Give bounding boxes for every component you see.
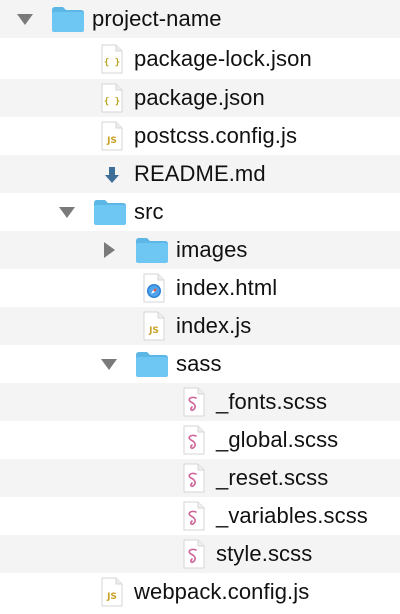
tree-row-file[interactable]: JS index.js: [0, 307, 400, 345]
file-label: style.scss: [216, 541, 313, 566]
file-label: index.js: [176, 313, 252, 338]
tree-row-sass[interactable]: sass: [0, 345, 400, 383]
chevron-down-icon[interactable]: [13, 0, 37, 38]
html-file-icon: [136, 269, 172, 307]
svg-text:JS: JS: [106, 136, 117, 146]
folder-icon: [92, 193, 128, 231]
tree-row-file[interactable]: _fonts.scss: [0, 383, 400, 421]
json-file-icon: { }: [94, 40, 130, 78]
svg-text:{ }: { }: [104, 97, 120, 107]
tree-row-file[interactable]: JS webpack.config.js: [0, 573, 400, 611]
tree-row-images[interactable]: images: [0, 231, 400, 269]
file-label: _global.scss: [216, 427, 339, 452]
file-label: package-lock.json: [134, 46, 312, 71]
tree-row-file[interactable]: JS postcss.config.js: [0, 117, 400, 155]
sass-file-icon: [176, 383, 212, 421]
file-tree: project-name { } package-lock.json { } p…: [0, 0, 400, 614]
sass-file-icon: [176, 459, 212, 497]
folder-label: project-name: [92, 6, 222, 31]
file-label: _fonts.scss: [216, 389, 328, 414]
svg-text:{ }: { }: [104, 58, 120, 68]
markdown-download-icon: [94, 155, 130, 193]
tree-row-project-name[interactable]: project-name: [0, 0, 400, 38]
tree-row-file[interactable]: { } package-lock.json: [0, 40, 400, 78]
chevron-right-icon[interactable]: [98, 231, 122, 269]
tree-row-file[interactable]: _reset.scss: [0, 459, 400, 497]
file-label: _reset.scss: [216, 465, 329, 490]
js-file-icon: JS: [136, 307, 172, 345]
file-label: webpack.config.js: [134, 579, 310, 604]
json-file-icon: { }: [94, 79, 130, 117]
file-label: _variables.scss: [216, 503, 368, 528]
chevron-down-icon[interactable]: [55, 193, 79, 231]
tree-row-file[interactable]: README.md: [0, 155, 400, 193]
chevron-down-icon[interactable]: [97, 345, 121, 383]
js-file-icon: JS: [94, 117, 130, 155]
tree-row-file[interactable]: style.scss: [0, 535, 400, 573]
sass-file-icon: [176, 497, 212, 535]
file-label: postcss.config.js: [134, 123, 298, 148]
folder-icon: [134, 345, 170, 383]
folder-label: src: [134, 199, 164, 224]
file-label: README.md: [134, 161, 266, 186]
svg-text:JS: JS: [106, 592, 117, 602]
sass-file-icon: [176, 421, 212, 459]
file-label: package.json: [134, 85, 265, 110]
folder-label: images: [176, 237, 248, 262]
tree-row-file[interactable]: _global.scss: [0, 421, 400, 459]
svg-text:JS: JS: [148, 326, 159, 336]
sass-file-icon: [176, 535, 212, 573]
tree-row-src[interactable]: src: [0, 193, 400, 231]
tree-row-file[interactable]: { } package.json: [0, 79, 400, 117]
tree-row-file[interactable]: _variables.scss: [0, 497, 400, 535]
js-file-icon: JS: [94, 573, 130, 611]
folder-icon: [134, 231, 170, 269]
file-label: index.html: [176, 275, 278, 300]
tree-row-file[interactable]: index.html: [0, 269, 400, 307]
folder-label: sass: [176, 351, 222, 376]
folder-icon: [50, 0, 86, 38]
